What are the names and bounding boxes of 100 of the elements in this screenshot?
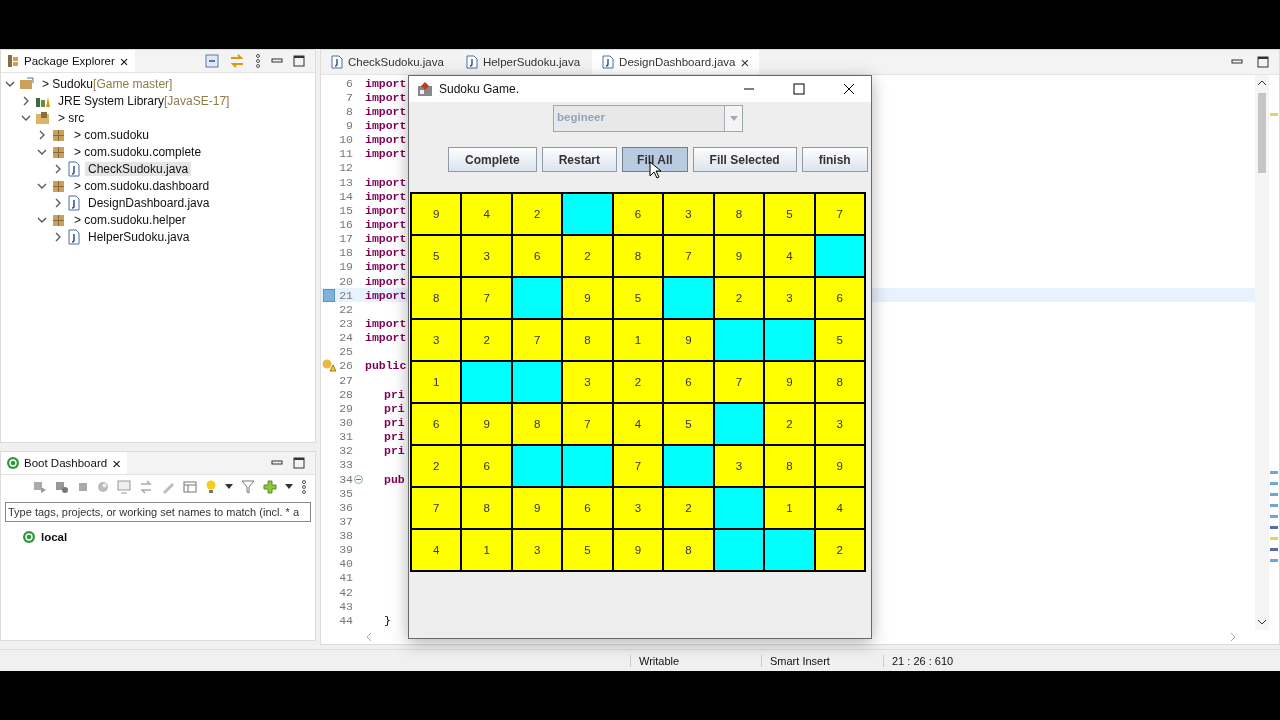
tree-item[interactable]: > Sudoku[Game master] — [39, 76, 176, 91]
number-cell[interactable]: 2 — [411, 445, 462, 487]
number-cell[interactable]: 9 — [411, 193, 462, 235]
editor-tab[interactable]: DesignDashboard.java × — [592, 50, 760, 74]
filter-icon[interactable] — [241, 480, 255, 494]
number-cell[interactable]: 6 — [663, 361, 714, 403]
number-cell[interactable]: 8 — [814, 361, 865, 403]
plus-icon[interactable] — [263, 480, 277, 494]
number-cell[interactable]: 2 — [511, 193, 563, 235]
number-cell[interactable]: 1 — [461, 529, 512, 571]
panel-title[interactable]: Package Explorer — [24, 55, 115, 67]
maximize-icon[interactable] — [293, 457, 305, 469]
number-cell[interactable]: 9 — [461, 403, 512, 445]
number-cell[interactable]: 2 — [814, 529, 865, 571]
tree-item[interactable]: > com.sudoku.helper — [71, 212, 189, 227]
number-cell[interactable]: 6 — [411, 403, 462, 445]
number-cell[interactable]: 7 — [562, 403, 613, 445]
run-icon[interactable] — [33, 480, 47, 494]
number-cell[interactable]: 3 — [562, 361, 613, 403]
number-cell[interactable]: 4 — [764, 235, 815, 277]
number-cell[interactable]: 9 — [612, 529, 664, 571]
number-cell[interactable]: 2 — [562, 235, 613, 277]
number-cell[interactable]: 7 — [511, 319, 563, 361]
number-cell[interactable]: 7 — [663, 235, 714, 277]
game-button[interactable]: Complete — [448, 147, 537, 172]
scroll-up-icon[interactable] — [1257, 79, 1267, 87]
number-cell[interactable]: 3 — [713, 445, 765, 487]
tree-item[interactable]: CheckSudoku.java — [85, 161, 192, 176]
number-cell[interactable]: 8 — [562, 319, 613, 361]
dropdown-caret-icon[interactable] — [285, 484, 293, 490]
number-cell[interactable]: 2 — [713, 277, 765, 319]
number-cell[interactable]: 8 — [612, 235, 664, 277]
maximize-icon[interactable] — [793, 83, 805, 95]
game-button[interactable]: Restart — [541, 147, 618, 172]
number-cell[interactable]: 1 — [411, 361, 462, 403]
collapsed-chevron-icon[interactable] — [37, 129, 47, 140]
collapse-all-icon[interactable] — [205, 54, 219, 68]
number-cell[interactable]: 9 — [814, 445, 865, 487]
number-cell[interactable]: 8 — [461, 487, 512, 529]
number-cell[interactable]: 7 — [411, 487, 462, 529]
number-cell[interactable]: 5 — [663, 403, 714, 445]
number-cell[interactable]: 3 — [764, 277, 815, 319]
collapsed-chevron-icon[interactable] — [53, 197, 63, 208]
number-cell[interactable]: 9 — [511, 487, 563, 529]
number-cell[interactable]: 9 — [713, 235, 765, 277]
tree-item[interactable]: > com.sudoku — [71, 127, 153, 142]
number-cell[interactable]: 3 — [612, 487, 664, 529]
close-icon[interactable]: × — [119, 53, 129, 69]
number-cell[interactable]: 5 — [612, 277, 664, 319]
number-cell[interactable]: 1 — [612, 319, 664, 361]
number-cell[interactable]: 3 — [814, 403, 865, 445]
number-cell[interactable]: 4 — [612, 403, 664, 445]
tree-item[interactable]: DesignDashboard.java — [85, 195, 213, 210]
tree-item[interactable]: HelperSudoku.java — [85, 229, 193, 244]
table-icon[interactable] — [183, 481, 197, 493]
game-button[interactable]: Fill Selected — [692, 147, 797, 172]
number-cell[interactable]: 7 — [612, 445, 664, 487]
number-cell[interactable]: 8 — [511, 403, 563, 445]
number-cell[interactable]: 7 — [713, 361, 765, 403]
number-cell[interactable]: 2 — [612, 361, 664, 403]
number-cell[interactable]: 7 — [461, 277, 512, 319]
game-button[interactable]: Fill All — [622, 147, 688, 172]
panel-title[interactable]: Boot Dashboard — [24, 457, 108, 469]
more-icon[interactable] — [301, 480, 307, 494]
number-cell[interactable]: 1 — [764, 487, 815, 529]
game-button[interactable]: finish — [801, 147, 868, 172]
scroll-down-icon[interactable] — [1257, 618, 1267, 626]
number-cell[interactable]: 5 — [764, 193, 815, 235]
number-cell[interactable]: 3 — [411, 319, 462, 361]
collapsed-chevron-icon[interactable] — [53, 231, 63, 242]
dropdown-caret-icon[interactable] — [225, 484, 233, 490]
number-cell[interactable]: 8 — [663, 529, 714, 571]
close-icon[interactable]: × — [740, 54, 750, 70]
editor-tab[interactable]: CheckSudoku.java — [321, 50, 454, 74]
debug-icon[interactable] — [55, 480, 69, 494]
tree-item[interactable]: > src — [55, 110, 88, 125]
tree-item[interactable]: > com.sudoku.dashboard — [71, 178, 213, 193]
number-cell[interactable]: 8 — [764, 445, 815, 487]
number-cell[interactable]: 8 — [713, 193, 765, 235]
number-cell[interactable]: 5 — [814, 319, 865, 361]
tree-item[interactable]: JRE System Library[JavaSE-17] — [55, 93, 233, 108]
number-cell[interactable]: 3 — [461, 235, 512, 277]
lightbulb-icon[interactable] — [205, 480, 217, 494]
dashboard-item[interactable]: local — [41, 531, 68, 543]
number-cell[interactable]: 6 — [461, 445, 512, 487]
editor-tab[interactable]: HelperSudoku.java — [455, 50, 591, 74]
number-cell[interactable]: 6 — [612, 193, 664, 235]
number-cell[interactable]: 8 — [411, 277, 462, 319]
number-cell[interactable]: 4 — [461, 193, 512, 235]
number-cell[interactable]: 2 — [764, 403, 815, 445]
number-cell[interactable]: 6 — [814, 277, 865, 319]
maximize-icon[interactable] — [293, 55, 305, 67]
number-cell[interactable]: 9 — [663, 319, 714, 361]
number-cell[interactable]: 2 — [461, 319, 512, 361]
number-cell[interactable]: 4 — [814, 487, 865, 529]
more-icon[interactable] — [255, 54, 261, 68]
number-cell[interactable]: 5 — [562, 529, 613, 571]
close-icon[interactable]: × — [112, 455, 121, 471]
number-cell[interactable]: 3 — [511, 529, 563, 571]
tree-item[interactable]: > com.sudoku.complete — [71, 144, 205, 159]
